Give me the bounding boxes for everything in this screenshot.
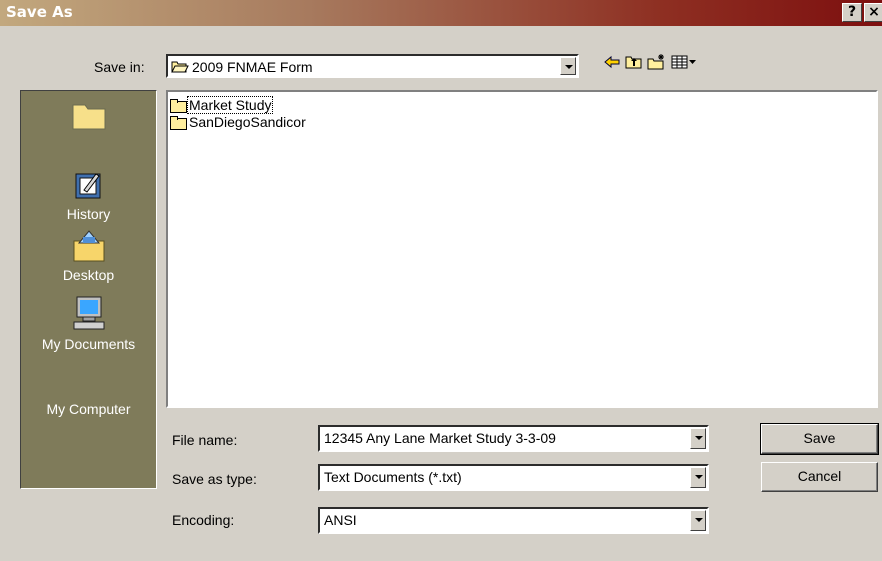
places-bar: History Desktop My Documents My Computer <box>20 90 157 489</box>
cancel-button[interactable]: Cancel <box>761 462 878 492</box>
title-bar[interactable]: Save As ? × <box>0 0 882 26</box>
save-in-value: 2009 FNMAE Form <box>192 59 313 75</box>
back-arrow-icon[interactable] <box>602 53 622 71</box>
save-type-value: Text Documents (*.txt) <box>324 469 462 485</box>
desktop-icon <box>73 230 104 262</box>
encoding-dropdown[interactable]: ANSI <box>318 507 709 534</box>
history-icon <box>75 173 100 199</box>
folder-icon <box>170 115 187 130</box>
close-button[interactable]: × <box>864 3 882 22</box>
folder-icon <box>72 104 105 130</box>
list-item-name: Market Study <box>186 95 274 114</box>
list-item[interactable]: Market Study <box>170 95 274 114</box>
places-item-label: Desktop <box>62 267 115 283</box>
folder-icon <box>170 98 187 113</box>
view-menu-icon[interactable] <box>670 53 698 71</box>
chevron-down-icon[interactable] <box>560 57 576 75</box>
list-item-name: SanDiegoSandicor <box>189 113 306 130</box>
places-item-label: My Documents <box>41 336 136 352</box>
save-in-label: Save in: <box>94 59 145 75</box>
places-item-label: My Computer <box>46 401 131 417</box>
save-type-dropdown[interactable]: Text Documents (*.txt) <box>318 464 709 491</box>
file-name-field[interactable]: 12345 Any Lane Market Study 3-3-09 <box>318 425 709 452</box>
chevron-down-icon[interactable] <box>690 428 706 449</box>
places-item-my-computer[interactable]: My Computer <box>21 401 156 417</box>
places-item-folder[interactable] <box>21 101 156 131</box>
places-item-desktop[interactable]: Desktop <box>21 229 156 283</box>
encoding-label: Encoding: <box>172 512 235 528</box>
save-in-dropdown[interactable]: 2009 FNMAE Form <box>166 54 579 78</box>
chevron-down-icon[interactable] <box>690 467 706 488</box>
places-item-label: History <box>66 206 111 222</box>
open-folder-icon <box>171 61 189 73</box>
my-documents-icon <box>73 296 104 330</box>
file-list[interactable]: Market Study SanDiegoSandicor <box>166 90 878 408</box>
help-button[interactable]: ? <box>842 3 862 22</box>
chevron-down-icon[interactable] <box>690 510 706 531</box>
save-button[interactable]: Save <box>760 423 879 455</box>
list-item[interactable]: SanDiegoSandicor <box>170 113 307 130</box>
file-name-label: File name: <box>172 432 238 448</box>
window-title: Save As <box>6 3 73 21</box>
encoding-value: ANSI <box>324 512 357 528</box>
file-name-value: 12345 Any Lane Market Study 3-3-09 <box>324 430 556 446</box>
up-folder-icon[interactable] <box>624 53 644 71</box>
new-folder-icon[interactable] <box>646 53 666 71</box>
places-item-my-documents[interactable]: My Documents <box>21 295 156 352</box>
save-type-label: Save as type: <box>172 471 257 487</box>
places-item-history[interactable]: History <box>21 166 156 222</box>
